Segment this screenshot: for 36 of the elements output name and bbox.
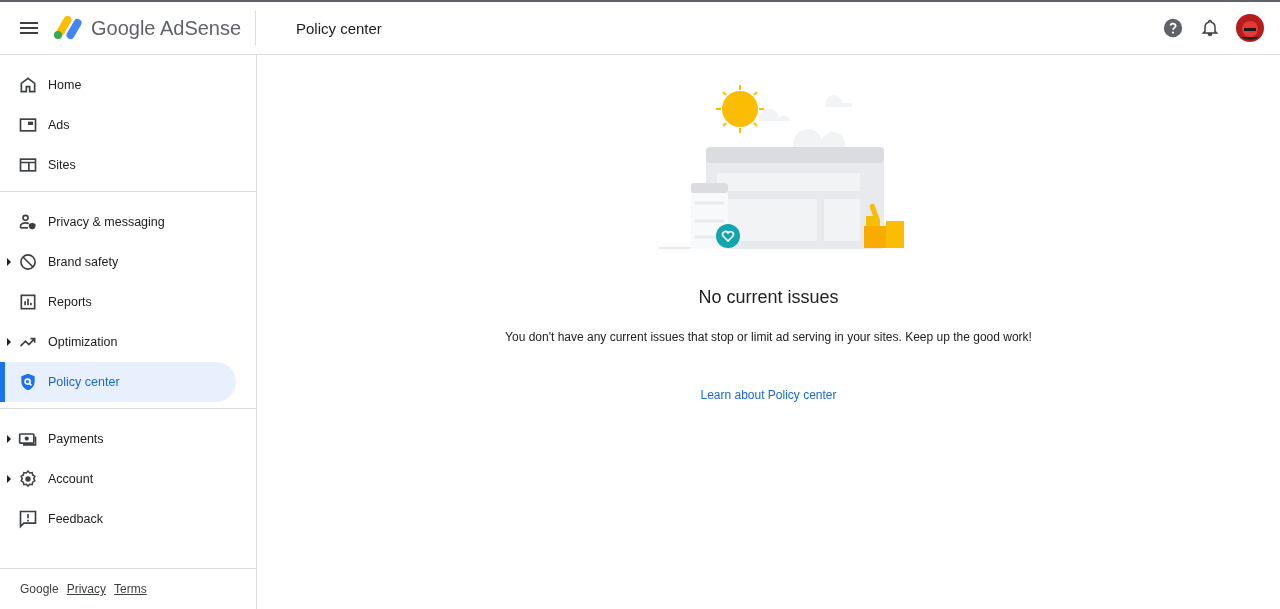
caret-icon[interactable]	[7, 258, 11, 266]
nav-item[interactable]: Home	[0, 65, 236, 105]
nav-item[interactable]: Payments	[0, 419, 236, 459]
feedback-icon	[18, 509, 38, 529]
nav-item[interactable]: Ads	[0, 105, 236, 145]
bar-chart-icon	[18, 292, 38, 312]
ad-icon	[18, 115, 38, 135]
footer-link[interactable]: Terms	[114, 582, 147, 596]
website-icon	[18, 155, 38, 175]
caret-icon[interactable]	[7, 338, 11, 346]
nav-item[interactable]: Privacy & messaging	[0, 202, 236, 242]
logo-icon	[53, 15, 83, 41]
nav-item[interactable]: Brand safety	[0, 242, 236, 282]
notifications-icon[interactable]	[1200, 18, 1220, 38]
nav-item[interactable]: Optimization	[0, 322, 236, 362]
footer-brand: Google	[20, 582, 59, 596]
footer-link[interactable]: Privacy	[66, 582, 107, 596]
nav-item[interactable]: Reports	[0, 282, 236, 322]
caret-icon[interactable]	[7, 435, 11, 443]
avatar[interactable]	[1236, 14, 1264, 42]
empty-state-message: You don't have any current issues that stop or limit ad serving in your sites. Keep up the good work!	[505, 330, 1032, 344]
product-name: Google AdSense	[91, 16, 242, 40]
person-shield-icon	[18, 212, 38, 232]
block-icon	[18, 252, 38, 272]
learn-more-link[interactable]: Learn about Policy center	[700, 388, 837, 402]
nav-item[interactable]: Feedback	[0, 499, 236, 539]
shield-search-icon	[18, 372, 38, 392]
nav-item[interactable]: Policy center	[0, 362, 236, 402]
nav-item[interactable]: Sites	[0, 145, 236, 185]
caret-icon[interactable]	[7, 475, 11, 483]
empty-state-heading: No current issues	[698, 287, 839, 308]
home-icon	[18, 75, 38, 95]
page-title: Policy center	[296, 19, 383, 37]
settings-icon	[18, 469, 38, 489]
help-icon[interactable]	[1162, 17, 1184, 39]
nav-item[interactable]: Account	[0, 459, 236, 499]
